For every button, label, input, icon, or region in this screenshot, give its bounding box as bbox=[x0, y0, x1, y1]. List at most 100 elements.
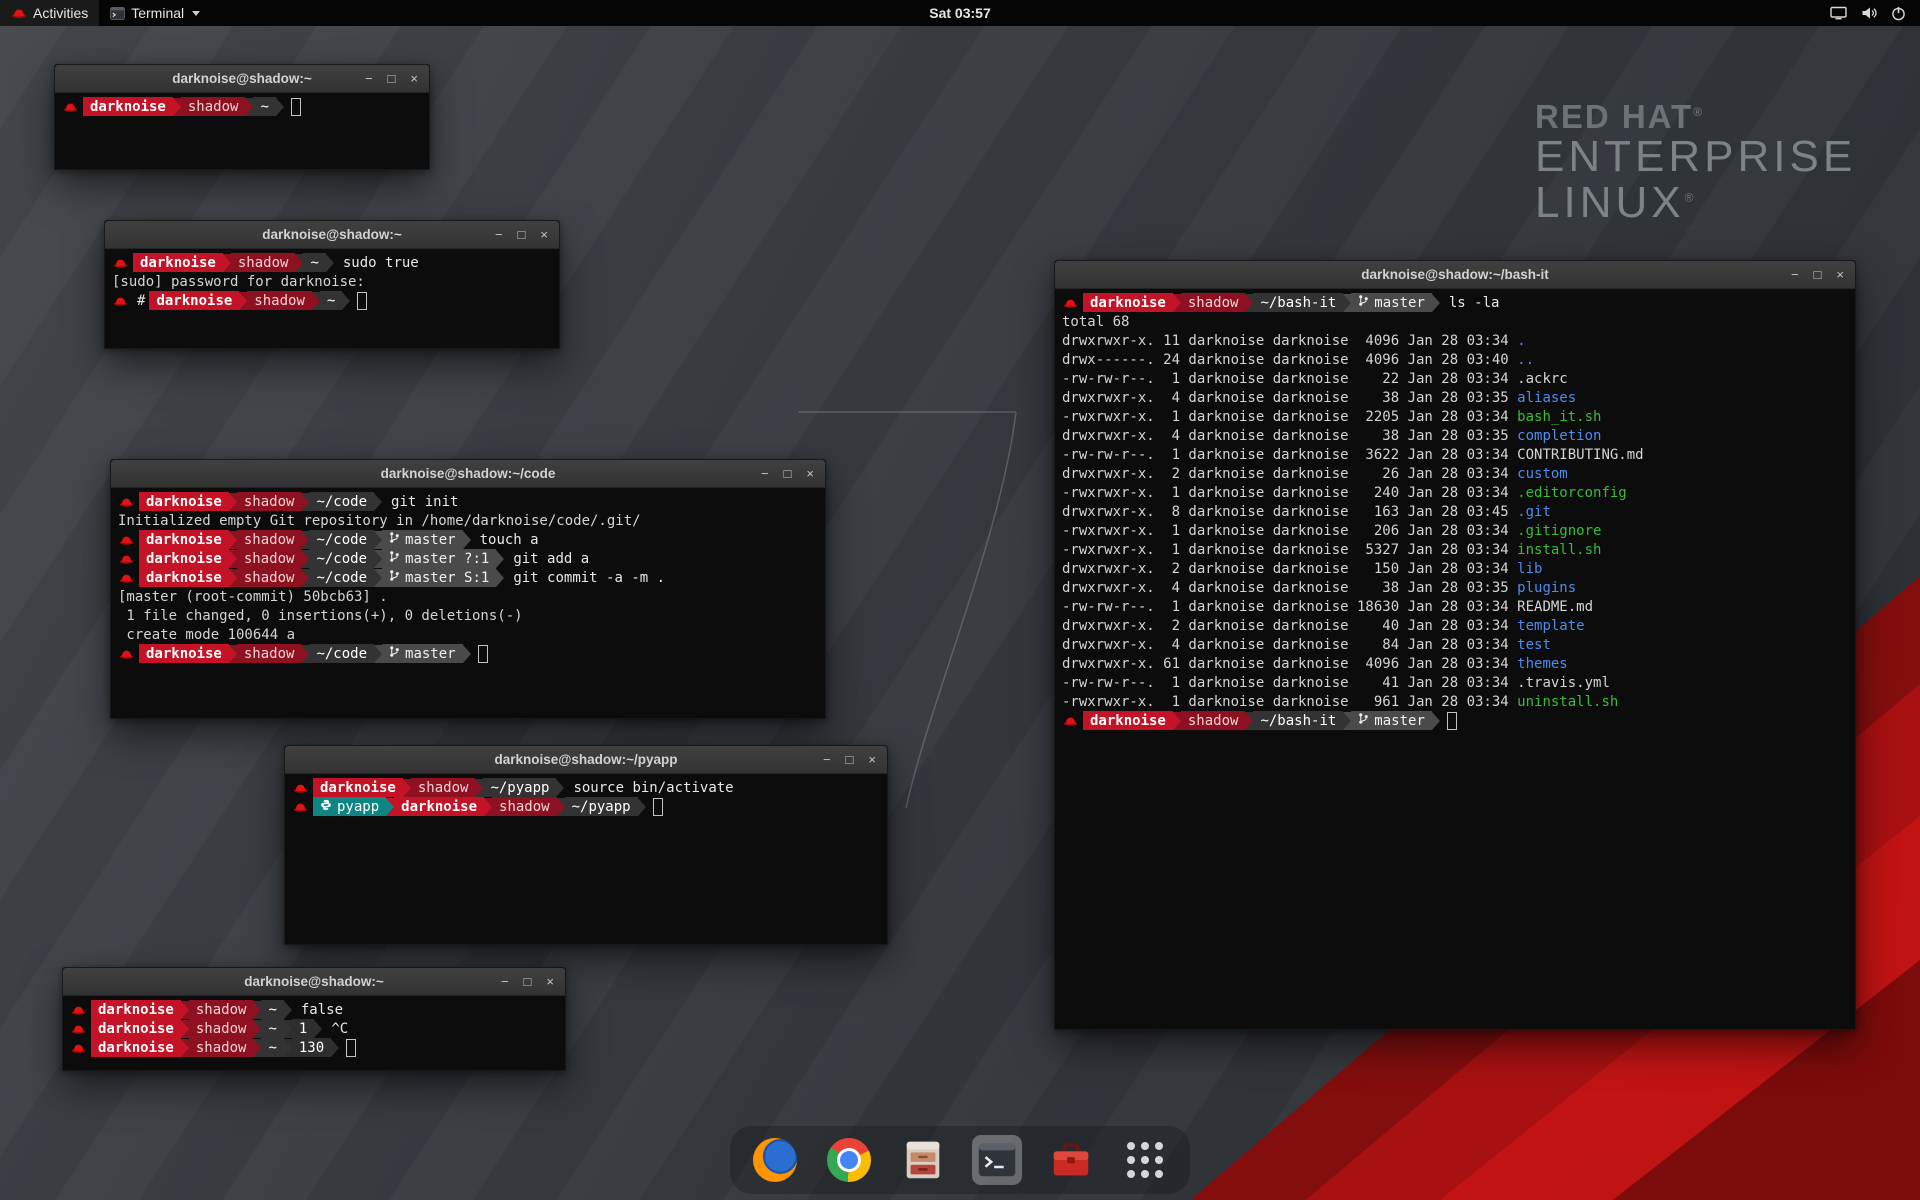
window-titlebar[interactable]: darknoise@shadow:~/pyapp − □ × bbox=[285, 746, 887, 774]
terminal-icon[interactable] bbox=[972, 1135, 1022, 1185]
terminal-line: darknoiseshadow~/codemaster S:1git commi… bbox=[118, 568, 818, 587]
prompt-segment-host: shadow bbox=[237, 549, 302, 568]
minimize-button[interactable]: − bbox=[365, 65, 373, 92]
powerline-separator-icon bbox=[229, 493, 237, 511]
prompt-segment-path: ~/bash-it bbox=[1253, 711, 1343, 730]
powerline-separator-icon bbox=[253, 1020, 261, 1038]
terminal-line: darknoiseshadow~/codemaster ?:1git add a bbox=[118, 549, 818, 568]
file-meta: -rwxrwxr-x. 1 darknoise darknoise 240 Ja… bbox=[1062, 485, 1517, 501]
window-titlebar[interactable]: darknoise@shadow:~/bash-it − □ × bbox=[1055, 261, 1855, 289]
terminal-window-home-2[interactable]: darknoise@shadow:~ − □ × darknoiseshadow… bbox=[62, 967, 566, 1071]
terminal-window-sudo[interactable]: darknoise@shadow:~ − □ × darknoiseshadow… bbox=[104, 220, 560, 349]
redhat-prompt-icon bbox=[113, 258, 128, 268]
close-button[interactable]: × bbox=[546, 968, 554, 995]
window-titlebar[interactable]: darknoise@shadow:~ − □ × bbox=[105, 221, 559, 249]
terminal-line: drwxrwxr-x. 2 darknoise darknoise 150 Ja… bbox=[1062, 559, 1848, 578]
output-text: create mode 100644 a bbox=[118, 627, 295, 643]
maximize-button[interactable]: □ bbox=[518, 221, 526, 248]
file-meta: -rw-rw-r--. 1 darknoise darknoise 41 Jan… bbox=[1062, 675, 1517, 691]
window-title: darknoise@shadow:~ bbox=[63, 974, 565, 989]
file-name: completion bbox=[1517, 428, 1601, 444]
terminal-body[interactable]: darknoiseshadow~sudo true[sudo] password… bbox=[105, 249, 559, 346]
file-meta: drwxrwxr-x. 4 darknoise darknoise 84 Jan… bbox=[1062, 637, 1517, 653]
file-meta: drwxrwxr-x. 4 darknoise darknoise 38 Jan… bbox=[1062, 580, 1517, 596]
python-icon bbox=[320, 799, 332, 815]
redhat-prompt-icon bbox=[119, 497, 134, 507]
powerline-separator-icon bbox=[475, 779, 483, 797]
terminal-line: darknoiseshadow~/codemastertouch a bbox=[118, 530, 818, 549]
firefox-icon[interactable] bbox=[750, 1135, 800, 1185]
window-titlebar[interactable]: darknoise@shadow:~ − □ × bbox=[55, 65, 429, 93]
window-titlebar[interactable]: darknoise@shadow:~/code − □ × bbox=[111, 460, 825, 488]
terminal-window-home-1[interactable]: darknoise@shadow:~ − □ × darknoiseshadow… bbox=[54, 64, 430, 170]
prompt-segment-path: ~/bash-it bbox=[1253, 293, 1343, 312]
redhat-prompt-icon bbox=[113, 296, 128, 306]
power-icon[interactable] bbox=[1891, 6, 1906, 21]
minimize-button[interactable]: − bbox=[501, 968, 509, 995]
screen-icon[interactable] bbox=[1830, 6, 1847, 20]
terminal-window-bashit[interactable]: darknoise@shadow:~/bash-it − □ × darknoi… bbox=[1054, 260, 1856, 1030]
powerline-separator-icon bbox=[301, 493, 309, 511]
prompt-segment-user: darknoise bbox=[83, 97, 173, 116]
terminal-body[interactable]: darknoiseshadow~/pyappsource bin/activat… bbox=[285, 774, 887, 942]
window-titlebar[interactable]: darknoise@shadow:~ − □ × bbox=[63, 968, 565, 996]
prompt-segment-host: shadow bbox=[237, 492, 302, 511]
minimize-button[interactable]: − bbox=[823, 746, 831, 773]
minimize-button[interactable]: − bbox=[1791, 261, 1799, 288]
maximize-button[interactable]: □ bbox=[388, 65, 396, 92]
file-meta: drwxrwxr-x. 4 darknoise darknoise 38 Jan… bbox=[1062, 390, 1517, 406]
prompt-segment-venv: pyapp bbox=[313, 797, 386, 816]
branding-line1: RED HAT bbox=[1535, 98, 1693, 135]
minimize-button[interactable]: − bbox=[761, 460, 769, 487]
prompt-segment-path: ~ bbox=[261, 1019, 283, 1038]
chrome-icon[interactable] bbox=[824, 1135, 874, 1185]
toolbox-icon[interactable] bbox=[1046, 1135, 1096, 1185]
app-grid-icon[interactable] bbox=[1120, 1135, 1170, 1185]
powerline-separator-icon bbox=[253, 1001, 261, 1019]
clock[interactable]: Sat 03:57 bbox=[929, 5, 990, 21]
redhat-prompt-icon bbox=[1063, 716, 1078, 726]
powerline-separator-icon bbox=[463, 645, 471, 663]
file-name: custom bbox=[1517, 466, 1568, 482]
git-branch-icon bbox=[389, 569, 400, 586]
terminal-body[interactable]: darknoiseshadow~falsedarknoiseshadow~1^C… bbox=[63, 996, 565, 1068]
app-menu-terminal[interactable]: Terminal bbox=[99, 0, 211, 26]
maximize-button[interactable]: □ bbox=[524, 968, 532, 995]
maximize-button[interactable]: □ bbox=[784, 460, 792, 487]
maximize-button[interactable]: □ bbox=[1814, 261, 1822, 288]
root-indicator: # bbox=[133, 293, 149, 309]
powerline-separator-icon bbox=[301, 645, 309, 663]
powerline-separator-icon bbox=[342, 292, 350, 310]
prompt-segment-host: shadow bbox=[189, 1000, 254, 1019]
command-text: git init bbox=[382, 494, 458, 510]
terminal-body[interactable]: darknoiseshadow~/bash-itmasterls -latota… bbox=[1055, 289, 1855, 1027]
powerline-separator-icon bbox=[556, 779, 564, 797]
close-button[interactable]: × bbox=[540, 221, 548, 248]
file-name: install.sh bbox=[1517, 542, 1601, 558]
terminal-window-code[interactable]: darknoise@shadow:~/code − □ × darknoises… bbox=[110, 459, 826, 719]
command-text: ^C bbox=[322, 1021, 348, 1037]
prompt-segment-path: ~/code bbox=[309, 568, 374, 587]
maximize-button[interactable]: □ bbox=[846, 746, 854, 773]
powerline-separator-icon bbox=[484, 798, 492, 816]
terminal-body[interactable]: darknoiseshadow~/codegit initInitialized… bbox=[111, 488, 825, 716]
volume-icon[interactable] bbox=[1861, 6, 1877, 20]
powerline-separator-icon bbox=[284, 1039, 292, 1057]
close-button[interactable]: × bbox=[806, 460, 814, 487]
file-cabinet-icon[interactable] bbox=[898, 1135, 948, 1185]
close-button[interactable]: × bbox=[1836, 261, 1844, 288]
file-name: .gitignore bbox=[1517, 523, 1601, 539]
terminal-window-pyapp[interactable]: darknoise@shadow:~/pyapp − □ × darknoise… bbox=[284, 745, 888, 945]
activities-button[interactable]: Activities bbox=[0, 0, 99, 26]
terminal-line: drwxrwxr-x. 11 darknoise darknoise 4096 … bbox=[1062, 331, 1848, 350]
file-meta: drwxrwxr-x. 4 darknoise darknoise 38 Jan… bbox=[1062, 428, 1517, 444]
minimize-button[interactable]: − bbox=[495, 221, 503, 248]
command-text: source bin/activate bbox=[564, 780, 733, 796]
file-name: uninstall.sh bbox=[1517, 694, 1618, 710]
powerline-separator-icon bbox=[326, 254, 334, 272]
close-button[interactable]: × bbox=[410, 65, 418, 92]
terminal-body[interactable]: darknoiseshadow~ bbox=[55, 93, 429, 167]
terminal-line: darknoiseshadow~/codemaster bbox=[118, 644, 818, 663]
terminal-line: -rw-rw-r--. 1 darknoise darknoise 18630 … bbox=[1062, 597, 1848, 616]
close-button[interactable]: × bbox=[868, 746, 876, 773]
